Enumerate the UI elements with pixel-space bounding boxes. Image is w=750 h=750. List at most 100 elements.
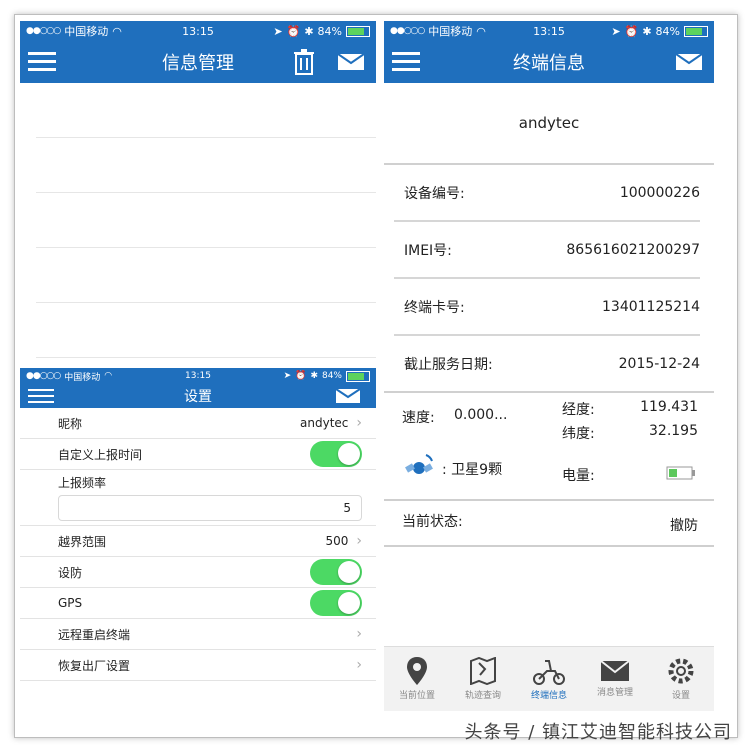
- carrier-label: 中国移动: [64, 25, 109, 38]
- alarm-icon: ⏰: [286, 24, 301, 38]
- tab-settings[interactable]: 设置: [648, 647, 714, 711]
- battery-percent: 84%: [321, 371, 342, 381]
- imei-row: IMEI号: 865616021200297: [394, 222, 700, 279]
- signal-icon: ●●○○○: [390, 26, 425, 36]
- bluetooth-icon: ✱: [310, 371, 318, 381]
- tab-track-query[interactable]: 轨迹查询: [450, 647, 516, 711]
- battery-icon: [346, 25, 370, 37]
- wifi-icon: ◠: [104, 371, 113, 381]
- defense-toggle[interactable]: [310, 559, 362, 585]
- row-label: 恢复出厂设置: [58, 658, 131, 673]
- list-item[interactable]: [36, 138, 376, 193]
- tab-label: 终端信息: [530, 691, 567, 701]
- settings-row-factory-reset[interactable]: 恢复出厂设置 ›: [20, 650, 376, 681]
- list-item[interactable]: [36, 303, 376, 358]
- status-bar: ●●○○○ 中国移动 ◠ 13:15 ➤ ⏰ ✱ 84%: [20, 368, 376, 384]
- row-label: 设防: [58, 565, 83, 580]
- envelope-icon[interactable]: [676, 54, 702, 70]
- chevron-right-icon: ›: [356, 626, 362, 642]
- status-time: 13:15: [185, 371, 211, 381]
- page-title: 设置: [184, 389, 212, 405]
- frequency-input[interactable]: 5: [58, 495, 362, 521]
- longitude-label: 经度:: [562, 402, 595, 418]
- settings-row-nickname[interactable]: 昵称 andytec ›: [20, 408, 376, 439]
- list-item[interactable]: [36, 83, 376, 138]
- nav-bar: 终端信息: [384, 41, 714, 83]
- nav-bar: 设置: [20, 384, 376, 408]
- battery-percent: 84%: [317, 24, 342, 38]
- tab-current-location[interactable]: 当前位置: [384, 647, 450, 711]
- bluetooth-icon: ✱: [642, 24, 652, 38]
- location-icon: ➤: [273, 24, 283, 38]
- wifi-icon: ◠: [476, 24, 486, 38]
- menu-icon[interactable]: [28, 388, 54, 404]
- settings-row-boundary[interactable]: 越界范围 500 ›: [20, 526, 376, 557]
- tab-label: 当前位置: [398, 691, 435, 701]
- carrier-label: 中国移动: [64, 372, 101, 383]
- tab-label: 消息管理: [596, 688, 633, 698]
- battery-icon: [684, 25, 708, 37]
- gps-toggle[interactable]: [310, 590, 362, 616]
- location-pin-icon: [407, 657, 427, 685]
- bluetooth-icon: ✱: [304, 24, 314, 38]
- imei-value: 865616021200297: [566, 241, 700, 258]
- menu-icon[interactable]: [392, 51, 420, 73]
- status-panel: 速度: 0.000... 经度: 119.431 纬度: 32.195 : 卫星…: [384, 391, 714, 547]
- envelope-icon[interactable]: [336, 389, 360, 403]
- status-bar: ●●○○○ 中国移动 ◠ 13:15 ➤ ⏰ ✱ 84%: [20, 21, 376, 41]
- settings-row-custom-report: 自定义上报时间: [20, 439, 376, 470]
- row-label: 自定义上报时间: [58, 447, 143, 462]
- power-label: 电量:: [562, 468, 595, 484]
- row-label: 上报频率: [58, 476, 107, 490]
- messages-screen: ●●○○○ 中国移动 ◠ 13:15 ➤ ⏰ ✱ 84% 信息管理: [20, 21, 376, 381]
- tab-terminal-info[interactable]: 终端信息: [516, 647, 582, 711]
- card-row: 终端卡号: 13401125214: [394, 279, 700, 336]
- row-label: 昵称: [58, 416, 83, 431]
- nickname-value: andytec: [300, 416, 349, 430]
- chevron-right-icon: ›: [356, 415, 362, 431]
- boundary-value: 500: [325, 534, 349, 548]
- envelope-icon: [600, 660, 630, 681]
- alarm-icon: ⏰: [624, 24, 639, 38]
- latitude-label: 纬度:: [562, 426, 595, 442]
- trash-icon[interactable]: [294, 49, 314, 79]
- chevron-right-icon: ›: [356, 533, 362, 549]
- settings-screen: ●●○○○ 中国移动 ◠ 13:15 ➤ ⏰ ✱ 84% 设置 昵称 andytec › …: [20, 368, 376, 708]
- scooter-icon: [533, 660, 565, 685]
- list-item[interactable]: [36, 248, 376, 303]
- status-time: 13:15: [533, 24, 565, 38]
- list-item[interactable]: [36, 193, 376, 248]
- tab-message-management[interactable]: 消息管理: [582, 647, 648, 711]
- device-id-label: 设备编号:: [404, 185, 465, 202]
- device-name: andytec: [384, 83, 714, 165]
- envelope-icon[interactable]: [338, 54, 364, 70]
- settings-row-frequency: 上报频率 5: [20, 470, 376, 526]
- page-title: 终端信息: [513, 53, 585, 74]
- chevron-right-icon: ›: [356, 657, 362, 673]
- expiry-label: 截止服务日期:: [404, 356, 493, 373]
- expiry-row: 截止服务日期: 2015-12-24: [384, 336, 700, 391]
- watermark-text: 头条号 / 镇江艾迪智能科技公司: [464, 722, 732, 743]
- custom-report-toggle[interactable]: [310, 441, 362, 467]
- speed-label: 速度:: [402, 410, 435, 426]
- row-label: 越界范围: [58, 534, 107, 549]
- location-icon: ➤: [283, 371, 292, 381]
- row-label: GPS: [58, 596, 83, 610]
- settings-row-gps: GPS: [20, 588, 376, 619]
- satellite-count: : 卫星9颗: [442, 462, 503, 478]
- alarm-icon: ⏰: [295, 371, 307, 381]
- longitude-value: 119.431: [640, 399, 698, 415]
- menu-icon[interactable]: [28, 51, 56, 73]
- map-route-icon: [470, 657, 496, 685]
- carrier-label: 中国移动: [428, 25, 473, 38]
- battery-icon: [346, 370, 370, 382]
- card-label: 终端卡号:: [404, 299, 465, 316]
- settings-row-defense: 设防: [20, 557, 376, 588]
- state-value: 撤防: [670, 518, 698, 534]
- signal-icon: ●●○○○: [26, 26, 61, 36]
- imei-label: IMEI号:: [404, 242, 452, 259]
- location-icon: ➤: [611, 24, 621, 38]
- settings-row-reboot[interactable]: 远程重启终端 ›: [20, 619, 376, 650]
- gear-icon: [668, 658, 694, 684]
- message-list: [20, 83, 376, 358]
